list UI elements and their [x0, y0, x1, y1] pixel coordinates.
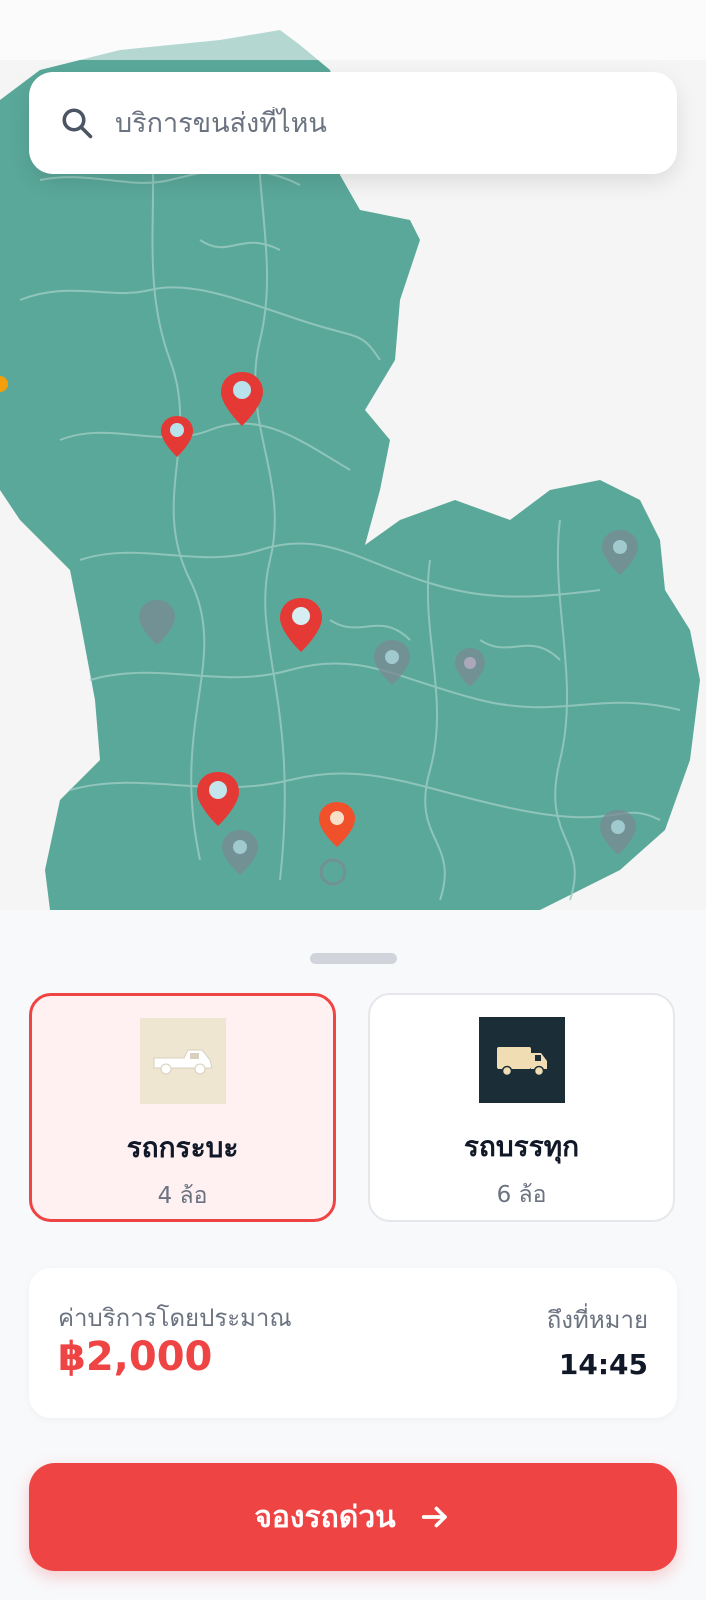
- vehicle-wheels: 6 ล้อ: [496, 1182, 547, 1208]
- search-icon: [59, 103, 99, 143]
- book-now-label: จองรถด่วน: [254, 1499, 396, 1535]
- vehicle-option-pickup[interactable]: รถกระบะ 4 ล้อ: [29, 993, 336, 1222]
- search-bar[interactable]: [29, 72, 677, 174]
- vehicle-option-truck[interactable]: รถบรรทุก 6 ล้อ: [368, 993, 675, 1222]
- vehicle-wheels: 4 ล้อ: [157, 1183, 208, 1209]
- arrow-right-icon: [418, 1500, 452, 1534]
- price-label: ค่าบริการโดยประมาณ: [58, 1304, 292, 1332]
- eta-value: 14:45: [558, 1348, 648, 1381]
- vehicle-name: รถกระบะ: [126, 1131, 239, 1164]
- bottom-sheet: รถกระบะ 4 ล้อ รถบรรทุก 6 ล้อ ค่าบริการโด…: [0, 910, 706, 1600]
- truck-icon: [478, 1017, 565, 1103]
- book-now-button[interactable]: จองรถด่วน: [29, 1463, 677, 1571]
- price-value: ฿2,000: [58, 1334, 213, 1380]
- eta-label: ถึงที่หมาย: [546, 1306, 648, 1334]
- pickup-truck-icon: [139, 1018, 226, 1104]
- search-input[interactable]: [113, 106, 637, 140]
- vehicle-name: รถบรรทุก: [463, 1130, 580, 1163]
- price-summary-card: ค่าบริการโดยประมาณ ฿2,000 ถึงที่หมาย 14:…: [29, 1268, 677, 1418]
- drag-handle[interactable]: [310, 953, 397, 964]
